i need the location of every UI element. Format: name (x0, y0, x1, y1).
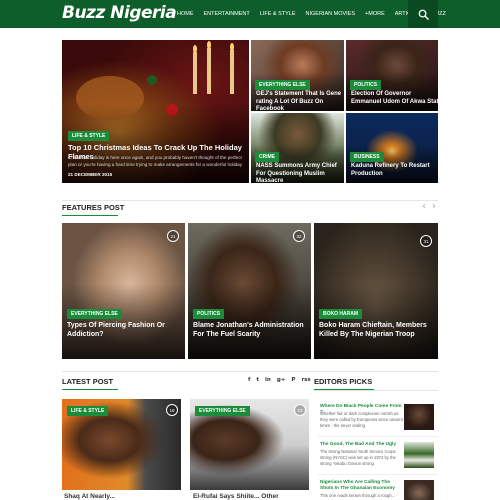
chevron-right-icon[interactable]: › (432, 202, 436, 212)
hero-tile[interactable]: POLITICS Election Of Governor Emmanuel U… (346, 40, 438, 111)
chevron-left-icon[interactable]: ‹ (422, 202, 426, 212)
feature-card[interactable]: 21 EVERYTHING ELSE Types Of Piercing Fas… (62, 223, 185, 359)
category-badge[interactable]: EVERYTHING ELSE (67, 309, 122, 319)
category-badge[interactable]: CRIME (255, 152, 280, 162)
feature-card[interactable]: 32 POLITICS Blame Jonathan's Administrat… (188, 223, 311, 359)
category-badge[interactable]: LIFE & STYLE (67, 406, 109, 416)
category-badge[interactable]: POLITICS (350, 80, 382, 90)
latest-card[interactable]: EVERYTHING ELSE 23 (190, 399, 309, 490)
editors-pick-item[interactable]: Nigerians Who Are Calling The Shots In T… (318, 480, 438, 500)
hero-main-post[interactable]: LIFE & STYLE Top 10 Christmas Ideas To C… (62, 40, 249, 183)
post-date: 21 DECEMBER 2015 (68, 172, 113, 177)
post-title[interactable]: Election Of Governor Emmanuel Udom Of Ak… (351, 91, 438, 106)
pick-thumbnail[interactable] (404, 404, 434, 430)
site-logo[interactable]: Buzz Nigeria (62, 3, 177, 23)
comment-count[interactable]: 23 (294, 404, 306, 416)
facebook-icon[interactable]: f (248, 377, 250, 383)
post-title[interactable]: GEJ's Statement That Is Gene rating A Lo… (256, 91, 344, 111)
section-divider (62, 200, 438, 201)
section-divider (62, 371, 438, 372)
twitter-icon[interactable]: t (256, 377, 259, 383)
section-underline (62, 215, 118, 216)
category-badge[interactable]: EVERYTHING ELSE (255, 80, 310, 90)
rss-icon[interactable]: rss (301, 377, 310, 383)
post-excerpt: Christmas holiday is here once again, an… (68, 155, 243, 167)
category-badge[interactable]: BOKO HARAM (319, 309, 362, 319)
editors-pick-item[interactable]: Where Do Black People Come From ? Whethe… (318, 404, 438, 434)
search-icon (418, 9, 429, 20)
social-links: f t in g+ P rss (248, 377, 311, 383)
comment-count[interactable]: 32 (293, 230, 305, 242)
comment-count[interactable]: 31 (420, 235, 432, 247)
category-badge[interactable]: POLITICS (193, 309, 225, 319)
feature-card[interactable]: 31 BOKO HARAM Boko Haram Chieftain, Memb… (314, 223, 438, 359)
hero-tile[interactable]: CRIME NASS Summons Army Chief For Questi… (251, 113, 344, 183)
nav-item-life-style[interactable]: LIFE & STYLE (255, 11, 301, 17)
post-title[interactable]: Boko Haram Chieftain, Members Killed By … (319, 322, 437, 340)
pick-divider (318, 474, 438, 475)
nav-item-more[interactable]: +MORE (360, 11, 390, 17)
pick-title[interactable]: The Good, The Bad And The Ugly (320, 442, 404, 448)
nav-item-home[interactable]: HOME (172, 11, 199, 17)
pinterest-icon[interactable]: P (291, 377, 295, 383)
search-button[interactable] (408, 0, 438, 28)
pick-excerpt: The strong National Youth Service Corps … (320, 449, 396, 466)
category-badge[interactable]: BUSINESS (350, 152, 384, 162)
pick-thumbnail[interactable] (404, 480, 434, 500)
post-title[interactable]: Blame Jonathan's Administration For The … (193, 322, 311, 340)
section-heading-editors-picks: EDITORS PICKS (314, 377, 373, 386)
hero-tile[interactable]: EVERYTHING ELSE GEJ's Statement That Is … (251, 40, 344, 111)
post-title[interactable]: Shaq At Nearly... (64, 493, 115, 500)
google-plus-icon[interactable]: g+ (277, 377, 286, 383)
latest-card[interactable]: LIFE & STYLE 18 (62, 399, 181, 490)
post-title[interactable]: Kaduna Refinery To Restart Production (351, 163, 438, 178)
nav-item-nigerian-movies[interactable]: NIGERIAN MOVIES (301, 11, 361, 17)
pick-title[interactable]: Nigerians Who Are Calling The Shots In T… (320, 480, 404, 492)
section-heading-latest: LATEST POST (62, 377, 114, 386)
linkedin-icon[interactable]: in (265, 377, 271, 383)
comment-count[interactable]: 21 (167, 230, 179, 242)
hero-tile[interactable]: BUSINESS Kaduna Refinery To Restart Prod… (346, 113, 438, 183)
pick-excerpt: Whether fair or dark complexion nonish a… (320, 411, 403, 428)
pick-divider (318, 436, 438, 437)
category-badge[interactable]: EVERYTHING ELSE (195, 406, 250, 416)
post-title[interactable]: Types Of Piercing Fashion Or Addiction? (67, 322, 185, 340)
section-divider (314, 390, 438, 391)
post-title[interactable]: NASS Summons Army Chief For Questioning … (256, 163, 344, 183)
editors-pick-item[interactable]: The Good, The Bad And The Ugly The stron… (318, 442, 438, 472)
site-header: Buzz Nigeria HOME ENTERTAINMENT LIFE & S… (0, 0, 500, 28)
pick-thumbnail[interactable] (404, 442, 434, 468)
section-heading-features: FEATURES POST (62, 203, 125, 212)
pick-excerpt: This one reads known through a rough... (320, 493, 396, 498)
section-underline (62, 389, 118, 390)
comment-count[interactable]: 18 (166, 404, 178, 416)
nav-item-entertainment[interactable]: ENTERTAINMENT (199, 11, 255, 17)
category-badge[interactable]: LIFE & STYLE (68, 131, 110, 141)
post-title[interactable]: El-Rufai Says Shiite... Other (193, 493, 279, 500)
